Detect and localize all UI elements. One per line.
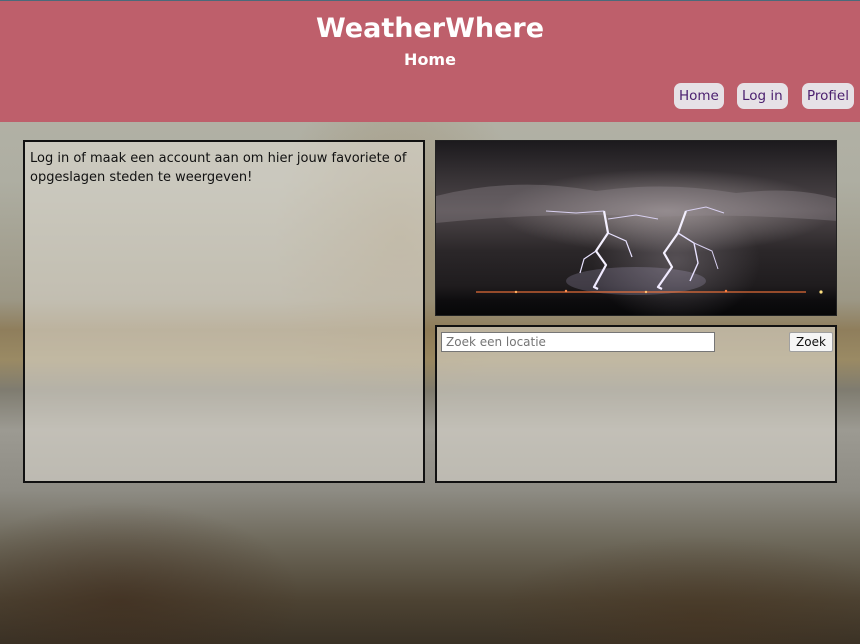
nav-home-button[interactable]: Home [674, 83, 724, 109]
page-subtitle: Home [404, 50, 456, 69]
nav-login-button[interactable]: Log in [737, 83, 788, 109]
favorites-panel: Log in of maak een account aan om hier j… [23, 140, 425, 483]
site-header: WeatherWhere Home Home Log in Profiel [0, 0, 860, 122]
search-panel: Zoek [435, 325, 837, 483]
login-prompt-text: Log in of maak een account aan om hier j… [30, 151, 407, 185]
search-button[interactable]: Zoek [789, 332, 833, 352]
lightning-bolts-graphic [436, 184, 836, 295]
app-title: WeatherWhere [315, 13, 545, 44]
nav-profile-button[interactable]: Profiel [802, 83, 854, 109]
location-search-input[interactable] [441, 332, 715, 352]
lightning-storm-image [435, 140, 837, 316]
